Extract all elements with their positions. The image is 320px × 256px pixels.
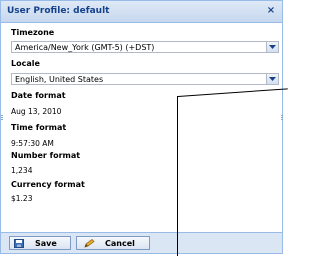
save-button[interactable]: Save bbox=[9, 236, 71, 250]
currency-format-value: $1.23 bbox=[11, 194, 33, 203]
left-resize-handle[interactable] bbox=[1, 115, 3, 121]
number-format-label: Number format bbox=[11, 151, 81, 160]
locale-label: Locale bbox=[11, 59, 40, 68]
cancel-button[interactable]: Cancel bbox=[76, 236, 150, 250]
locale-value: English, United States bbox=[15, 75, 104, 84]
callout-line-vertical bbox=[177, 96, 178, 256]
timezone-select[interactable]: America/New_York (GMT-5) (+DST) bbox=[11, 41, 279, 53]
dialog-footer: Save Cancel bbox=[1, 232, 282, 253]
timezone-value: America/New_York (GMT-5) (+DST) bbox=[15, 43, 155, 52]
dialog-titlebar[interactable]: User Profile: default × bbox=[1, 1, 282, 23]
user-profile-dialog: User Profile: default × Timezone America… bbox=[0, 0, 283, 254]
close-icon[interactable]: × bbox=[265, 5, 277, 17]
currency-format-label: Currency format bbox=[11, 180, 85, 189]
time-format-label: Time format bbox=[11, 123, 67, 132]
date-format-label: Date format bbox=[11, 91, 66, 100]
floppy-disk-icon bbox=[14, 239, 24, 250]
time-format-value: 9:57:30 AM bbox=[11, 139, 54, 148]
date-format-value: Aug 13, 2010 bbox=[11, 107, 62, 116]
chevron-down-icon[interactable] bbox=[266, 42, 278, 52]
chevron-down-icon[interactable] bbox=[266, 74, 278, 84]
right-resize-handle[interactable] bbox=[281, 115, 283, 121]
timezone-label: Timezone bbox=[11, 28, 55, 37]
pencil-cancel-icon bbox=[84, 238, 95, 250]
locale-select[interactable]: English, United States bbox=[11, 73, 279, 85]
save-label: Save bbox=[35, 239, 57, 248]
dialog-title: User Profile: default bbox=[7, 6, 110, 16]
number-format-value: 1,234 bbox=[11, 166, 33, 175]
cancel-label: Cancel bbox=[105, 239, 135, 248]
